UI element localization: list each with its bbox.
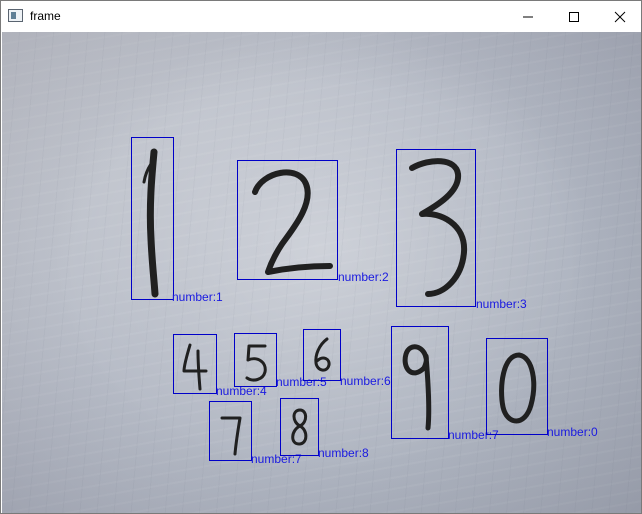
frame-window: frame number:1 number:2 number:3 number:… <box>0 0 642 514</box>
detection-label-8: number:0 <box>547 425 598 439</box>
maximize-icon <box>569 12 579 22</box>
close-button[interactable] <box>597 1 642 32</box>
detection-box-1 <box>131 137 174 300</box>
detection-box-5 <box>234 333 277 387</box>
detection-box-3 <box>396 149 476 307</box>
window-title: frame <box>30 9 61 23</box>
detection-box-8 <box>486 338 548 435</box>
detection-box-10 <box>280 398 319 456</box>
detection-label-2: number:2 <box>338 270 389 284</box>
detection-box-6 <box>303 329 341 381</box>
close-icon <box>614 11 626 23</box>
detection-box-9 <box>209 401 252 461</box>
detection-label-1: number:1 <box>172 290 223 304</box>
camera-frame: number:1 number:2 number:3 number:4 numb… <box>2 32 641 513</box>
detection-label-10: number:8 <box>318 446 369 460</box>
minimize-button[interactable] <box>505 1 551 32</box>
maximize-button[interactable] <box>551 1 597 32</box>
detection-label-3: number:3 <box>476 297 527 311</box>
app-window-icon <box>8 9 23 22</box>
title-bar[interactable]: frame <box>1 1 641 32</box>
detection-box-4 <box>173 334 217 394</box>
minimize-icon <box>523 16 533 18</box>
detection-label-6: number:6 <box>340 374 391 388</box>
detection-box-2 <box>237 160 338 280</box>
detection-box-7 <box>391 326 449 439</box>
